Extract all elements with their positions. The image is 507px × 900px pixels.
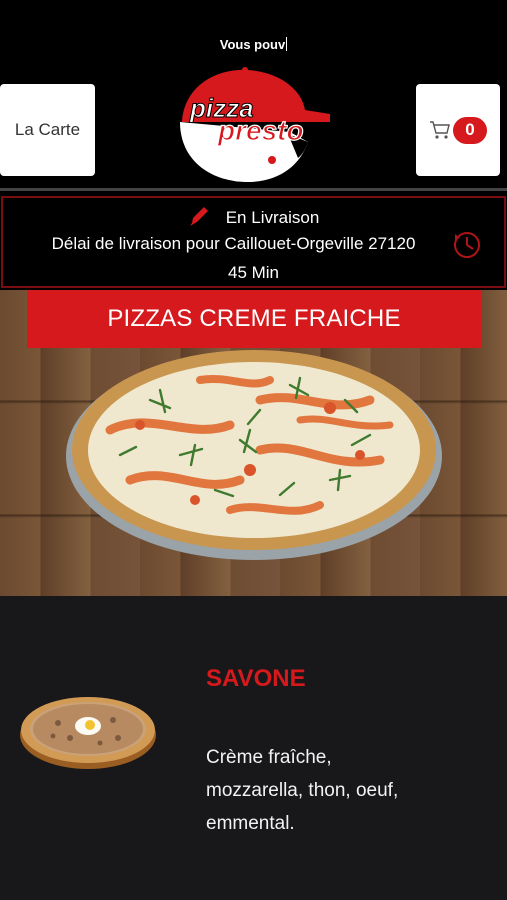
ticker-text: Vous pouv	[219, 37, 288, 52]
delivery-info-panel[interactable]: En Livraison Délai de livraison pour Cai…	[1, 196, 506, 288]
delivery-delay-text: Délai de livraison pour Caillouet-Orgevi…	[51, 234, 416, 253]
cart-button[interactable]: 0	[416, 84, 500, 176]
menu-button[interactable]: La Carte	[0, 84, 95, 176]
delivery-duration: 45 Min	[227, 263, 280, 282]
cart-icon	[430, 121, 450, 139]
cart-count-badge: 0	[453, 116, 487, 144]
clock-icon	[454, 232, 480, 258]
delivery-mode-label: En Livraison	[225, 208, 320, 227]
product-image	[20, 697, 156, 769]
header: Vous pouv La Carte pizza presto 0	[0, 0, 507, 190]
delivery-mode[interactable]: En Livraison	[3, 205, 504, 228]
pencil-icon	[189, 207, 208, 226]
category-title: PIZZAS CREME FRAICHE	[27, 290, 481, 348]
svg-text:presto: presto	[217, 115, 304, 146]
product-description: Crème fraîche, mozzarella, thon, oeuf, e…	[206, 747, 399, 834]
pizza-presto-logo[interactable]: pizza presto	[170, 62, 335, 184]
header-divider	[0, 188, 507, 191]
product-card[interactable]: SAVONE Crème fraîche, mozzarella, thon, …	[0, 596, 507, 900]
product-name: SAVONE	[206, 665, 306, 692]
menu-button-label: La Carte	[14, 120, 81, 139]
